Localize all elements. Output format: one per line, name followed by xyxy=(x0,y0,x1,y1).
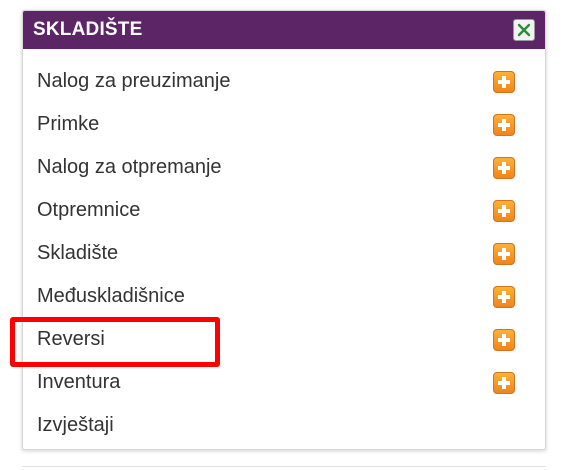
close-button[interactable] xyxy=(513,19,535,41)
menu-item-label: Inventura xyxy=(37,371,121,393)
menu-item-label: Skladište xyxy=(37,242,119,264)
menu-item-primke[interactable]: Primke xyxy=(23,103,545,146)
menu-item-label: Izvještaji xyxy=(37,414,114,436)
menu-item-label: Međuskladišnice xyxy=(37,285,185,307)
menu-item-otpremnice[interactable]: Otpremnice xyxy=(23,189,545,232)
menu-item-skladiste[interactable]: Skladište xyxy=(23,232,545,275)
menu-item-reversi[interactable]: Reversi xyxy=(23,318,545,361)
skladiste-menu: Nalog za preuzimanje Primke Nalog za otp… xyxy=(23,60,545,447)
add-plus-icon[interactable] xyxy=(493,371,515,394)
add-plus-icon[interactable] xyxy=(493,199,515,222)
menu-item-meduskladisnice[interactable]: Međuskladišnice xyxy=(23,275,545,318)
screen: SKLADIŠTE Nalog za preuzimanje Primke Na… xyxy=(0,0,563,470)
menu-item-label: Nalog za preuzimanje xyxy=(37,70,231,92)
menu-item-izvjestaji[interactable]: Izvještaji xyxy=(23,404,545,447)
menu-item-label: Nalog za otpremanje xyxy=(37,156,222,178)
menu-item-label: Otpremnice xyxy=(37,199,141,221)
menu-item-nalog-za-preuzimanje[interactable]: Nalog za preuzimanje xyxy=(23,60,545,103)
menu-item-inventura[interactable]: Inventura xyxy=(23,361,545,404)
add-plus-icon[interactable] xyxy=(493,156,515,179)
skladiste-panel: SKLADIŠTE Nalog za preuzimanje Primke Na… xyxy=(22,10,546,450)
add-plus-icon[interactable] xyxy=(493,285,515,308)
menu-item-label: Reversi xyxy=(37,328,105,350)
menu-item-label: Primke xyxy=(37,113,100,135)
menu-item-nalog-za-otpremanje[interactable]: Nalog za otpremanje xyxy=(23,146,545,189)
add-plus-icon[interactable] xyxy=(493,70,515,93)
add-plus-icon[interactable] xyxy=(493,328,515,351)
divider xyxy=(22,466,546,467)
panel-header: SKLADIŠTE xyxy=(23,11,545,49)
panel-title: SKLADIŠTE xyxy=(33,19,143,40)
close-x-icon xyxy=(517,23,531,37)
add-plus-icon[interactable] xyxy=(493,113,515,136)
add-plus-icon[interactable] xyxy=(493,242,515,265)
